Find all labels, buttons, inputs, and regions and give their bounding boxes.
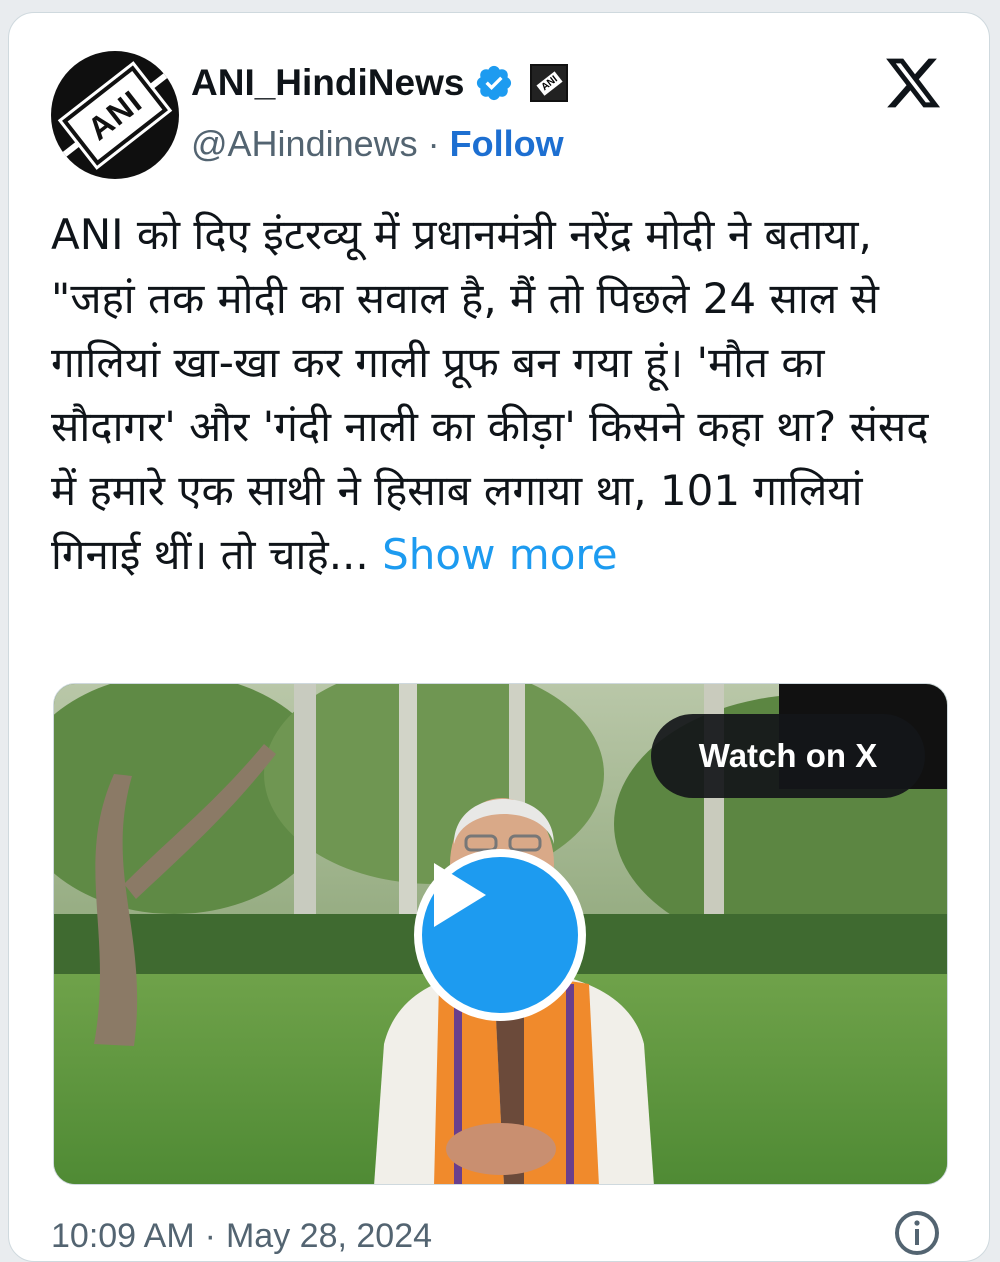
- follow-button[interactable]: Follow: [450, 123, 564, 165]
- account-name-row: ANI_HindiNews ANI: [191, 61, 569, 105]
- affiliate-badge-text: ANI: [536, 70, 563, 96]
- play-button[interactable]: [414, 849, 586, 1021]
- handle[interactable]: @AHindinews: [191, 123, 418, 165]
- display-name[interactable]: ANI_HindiNews: [191, 62, 464, 104]
- tweet-time: 10:09 AM: [51, 1216, 195, 1255]
- x-logo-icon[interactable]: [883, 53, 943, 113]
- handle-separator: ·: [427, 123, 440, 164]
- tweet-text: ANI को दिए इंटरव्यू में प्रधानमंत्री नरे…: [51, 203, 956, 587]
- affiliate-badge-icon[interactable]: ANI: [530, 64, 569, 102]
- handle-row: @AHindinews · Follow: [191, 119, 564, 169]
- show-more-link[interactable]: Show more: [382, 530, 617, 579]
- play-icon: [434, 863, 486, 927]
- timestamp-separator: ·: [204, 1216, 216, 1255]
- tweet-date: May 28, 2024: [225, 1216, 433, 1255]
- info-icon[interactable]: [893, 1209, 941, 1257]
- tweet-body: ANI को दिए इंटरव्यू में प्रधानमंत्री नरे…: [51, 210, 929, 579]
- watch-on-x-button[interactable]: Watch on X: [651, 714, 925, 798]
- tweet-card: ANI ANI_HindiNews ANI @AHindinews · Foll…: [8, 12, 990, 1262]
- verified-badge-icon: [477, 65, 512, 101]
- tweet-timestamp[interactable]: 10:09 AM · May 28, 2024: [51, 1211, 432, 1261]
- avatar[interactable]: ANI: [51, 51, 179, 179]
- video-player[interactable]: Watch on X: [53, 683, 948, 1185]
- avatar-logo: ANI: [58, 59, 172, 171]
